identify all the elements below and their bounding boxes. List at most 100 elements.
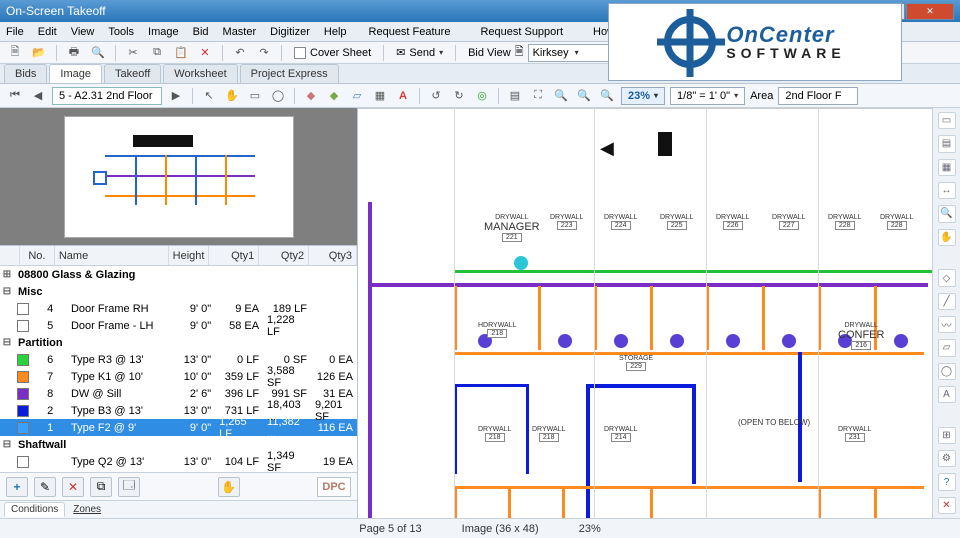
grid-group[interactable]: ⊞08800 Glass & Glazing <box>0 266 357 283</box>
properties-button[interactable]: 🗔 <box>118 477 140 497</box>
palette-close-icon[interactable]: ✕ <box>938 497 956 514</box>
grid-group[interactable]: ⊟Partition <box>0 334 357 351</box>
grid-row[interactable]: Type Q2 @ 13' 13' 0" 104 LF 1,349 SF 19 … <box>0 453 357 470</box>
palette-count-icon[interactable]: ◯ <box>938 363 956 380</box>
tab-takeoff[interactable]: Takeoff <box>104 64 161 83</box>
new-icon[interactable]: 🗎 <box>6 44 24 62</box>
mini-tab-zones[interactable]: Zones <box>73 504 101 515</box>
pan-icon[interactable]: ✋ <box>223 87 241 105</box>
col-qty2[interactable]: Qty2 <box>259 246 309 265</box>
col-height[interactable]: Height <box>169 246 209 265</box>
delete-icon[interactable]: ✕ <box>196 44 214 62</box>
undo-icon[interactable]: ↶ <box>231 44 249 62</box>
edit-button[interactable]: ✎ <box>34 477 56 497</box>
tab-project-express[interactable]: Project Express <box>240 64 339 83</box>
tab-worksheet[interactable]: Worksheet <box>163 64 237 83</box>
palette-dim-icon[interactable]: ↔ <box>938 182 956 199</box>
menu-request-support[interactable]: Request Support <box>472 26 571 38</box>
hatch-icon[interactable]: ▦ <box>371 87 389 105</box>
zoom-in-icon[interactable]: 🔍 <box>575 87 593 105</box>
copy-icon[interactable]: ⧉ <box>148 44 166 62</box>
first-page-icon[interactable]: ⏮ <box>6 87 24 105</box>
palette-hand-icon[interactable]: ✋ <box>938 229 956 246</box>
col-name[interactable]: Name <box>55 246 170 265</box>
cut-icon[interactable]: ✂ <box>124 44 142 62</box>
palette-line-icon[interactable]: ╱ <box>938 293 956 310</box>
status-zoom: 23% <box>579 523 601 535</box>
tab-image[interactable]: Image <box>49 64 102 83</box>
rotate-right-icon[interactable]: ↻ <box>450 87 468 105</box>
zoom-value[interactable]: 23%▾ <box>621 87 665 105</box>
grid-row[interactable]: 7 Type K1 @ 10' 10' 0" 359 LF 3,588 SF 1… <box>0 368 357 385</box>
redo-icon[interactable]: ↷ <box>255 44 273 62</box>
grid-row[interactable]: 1 Type F2 @ 9' 9' 0" 1,265 LF 11,382 ...… <box>0 419 357 436</box>
menu-tools[interactable]: Tools <box>108 26 134 38</box>
palette-settings-icon[interactable]: ⚙ <box>938 450 956 467</box>
col-qty3[interactable]: Qty3 <box>309 246 357 265</box>
palette-zoom-icon[interactable]: 🔍 <box>938 205 956 222</box>
grid-row[interactable]: 5 Door Frame - LH 9' 0" 58 EA 1,228 LF <box>0 317 357 334</box>
duplicate-button[interactable]: ⧉ <box>90 477 112 497</box>
menu-digitizer[interactable]: Digitizer <box>270 26 310 38</box>
paste-icon[interactable]: 📋 <box>172 44 190 62</box>
dpc-button[interactable]: DPC <box>317 477 351 497</box>
open-to-below-label: (OPEN TO BELOW) <box>738 418 810 427</box>
grid-group[interactable]: ⊟Misc <box>0 283 357 300</box>
add-button[interactable]: + <box>6 477 28 497</box>
bidview-dropdown[interactable]: Kirksey▾ <box>528 44 618 62</box>
col-no[interactable]: No. <box>20 246 55 265</box>
menu-master[interactable]: Master <box>223 26 257 38</box>
room-label: DRYWALL225 <box>660 214 693 230</box>
print-icon[interactable]: 🖶 <box>65 44 83 62</box>
palette-layers-icon[interactable]: ▤ <box>938 135 956 152</box>
hand-button[interactable]: ✋ <box>218 477 240 497</box>
menu-help[interactable]: Help <box>324 26 347 38</box>
send-button[interactable]: ✉ Send ▾ <box>392 46 447 59</box>
room-label: DRYWALL223 <box>550 214 583 230</box>
palette-help-icon[interactable]: ? <box>938 473 956 490</box>
area-dropdown[interactable]: 2nd Floor F <box>778 87 858 105</box>
zoom-out-icon[interactable]: 🔍 <box>552 87 570 105</box>
shape2-icon[interactable]: ◆ <box>325 87 343 105</box>
close-button[interactable]: ✕ <box>906 3 954 20</box>
grid-body[interactable]: ⊞08800 Glass & Glazing⊟Misc 4 Door Frame… <box>0 266 357 472</box>
palette-shape-icon[interactable]: ◇ <box>938 269 956 286</box>
zoom-extents-icon[interactable]: ⛶ <box>529 87 547 105</box>
thumbnail-pane[interactable] <box>0 108 357 246</box>
menu-request-feature[interactable]: Request Feature <box>361 26 459 38</box>
select-lasso-icon[interactable]: ◯ <box>269 87 287 105</box>
tab-bids[interactable]: Bids <box>4 64 47 83</box>
next-page-icon[interactable]: ▶ <box>167 87 185 105</box>
cover-sheet-checkbox[interactable] <box>294 47 306 59</box>
scale-dropdown[interactable]: 1/8" = 1' 0"▾ <box>670 87 745 105</box>
layers-icon[interactable]: ▤ <box>506 87 524 105</box>
mini-tab-conditions[interactable]: Conditions <box>4 502 65 517</box>
pointer-icon[interactable]: ↖ <box>200 87 218 105</box>
delete-button[interactable]: ✕ <box>62 477 84 497</box>
palette-select-icon[interactable]: ▭ <box>938 112 956 129</box>
select-rect-icon[interactable]: ▭ <box>246 87 264 105</box>
toolbar-image: ⏮ ◀ 5 - A2.31 2nd Floor ▶ ↖ ✋ ▭ ◯ ◆ ◆ ▱ … <box>0 84 960 108</box>
menu-edit[interactable]: Edit <box>38 26 57 38</box>
drawing-canvas[interactable]: (OPEN TO BELOW) ◀ DRYWALLMANAGER221DRYWA… <box>358 108 932 518</box>
shape3-icon[interactable]: ▱ <box>348 87 366 105</box>
zoom-window-icon[interactable]: 🔍 <box>598 87 616 105</box>
menu-file[interactable]: File <box>6 26 24 38</box>
sheet-dropdown[interactable]: 5 - A2.31 2nd Floor <box>52 87 162 105</box>
target-icon[interactable]: ◎ <box>473 87 491 105</box>
palette-grid-icon[interactable]: ▦ <box>938 159 956 176</box>
menu-image[interactable]: Image <box>148 26 179 38</box>
print-preview-icon[interactable]: 🔍 <box>89 44 107 62</box>
palette-snap-icon[interactable]: ⊞ <box>938 427 956 444</box>
folder-open-icon[interactable]: 📂 <box>30 44 48 62</box>
rotate-left-icon[interactable]: ↺ <box>427 87 445 105</box>
palette-text-icon[interactable]: A <box>938 386 956 403</box>
menu-view[interactable]: View <box>71 26 95 38</box>
col-qty1[interactable]: Qty1 <box>209 246 259 265</box>
palette-area-icon[interactable]: ▱ <box>938 339 956 356</box>
shape1-icon[interactable]: ◆ <box>302 87 320 105</box>
palette-curve-icon[interactable]: 〰 <box>938 316 956 333</box>
menu-bid[interactable]: Bid <box>193 26 209 38</box>
prev-page-icon[interactable]: ◀ <box>29 87 47 105</box>
text-icon[interactable]: A <box>394 87 412 105</box>
